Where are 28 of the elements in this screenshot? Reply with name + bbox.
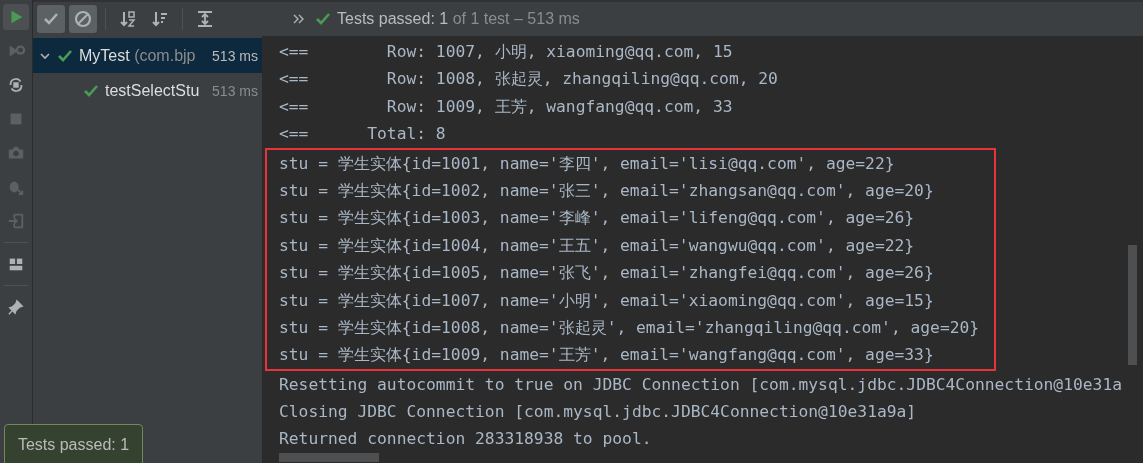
console-line: <== Row: 1007, 小明, xiaoming@qq.com, 15 bbox=[279, 41, 733, 63]
console-line: stu = 学生实体{id=1001, name='李四', email='lisi@qq.com', age=22} bbox=[279, 152, 895, 175]
status-check-icon bbox=[315, 11, 331, 27]
console-line: <== Total: 8 bbox=[279, 123, 446, 146]
test-name[interactable]: MyTest (com.bjp bbox=[79, 46, 196, 65]
console-line: Closing JDBC Connection [com.mysql.jdbc.JDBC4Connection@10e31a9a] bbox=[279, 401, 917, 424]
console-line: <== Row: 1009, 王芳, wangfang@qq.com, 33 bbox=[279, 95, 733, 118]
test-duration: 513 ms bbox=[212, 82, 259, 99]
scrollbar[interactable] bbox=[1128, 245, 1137, 365]
console-line: stu = 学生实体{id=1007, name='小明', email='xiaoming@qq.com', age=15} bbox=[279, 289, 934, 312]
console-line: stu = 学生实体{id=1009, name='王芳', email='wangfang@qq.com', age=33} bbox=[279, 344, 934, 367]
console-line: stu = 学生实体{id=1002, name='张三', email='zhangsan@qq.com', age=20} bbox=[279, 179, 934, 202]
console-line: stu = 学生实体{id=1005, name='张飞', email='zhangfei@qq.com', age=26} bbox=[279, 262, 934, 285]
console-line: <== Row: 1008, 张起灵, zhangqiling@qq.com, 20 bbox=[279, 68, 778, 91]
console-line: stu = 学生实体{id=1008, name='张起灵', email='zhangqiling@qq.com', age=20} bbox=[279, 316, 980, 339]
ignored-icon[interactable] bbox=[69, 5, 97, 33]
console-line: Resetting autocommit to true on JDBC Connection [com.mysql.jdbc.JDBC4Connection@10e31a bbox=[279, 373, 1122, 396]
run-icon[interactable] bbox=[3, 4, 29, 30]
console-line: stu = 学生实体{id=1004, name='王五', email='wangwu@qq.com', age=22} bbox=[279, 234, 915, 257]
scrollbar[interactable] bbox=[279, 453, 379, 462]
test-duration: 513 ms bbox=[212, 47, 259, 64]
console-line: stu = 学生实体{id=1003, name='李峰', email='lifeng@qq.com', age=26} bbox=[279, 207, 915, 230]
console-line: Returned connection 283318938 to pool. bbox=[279, 428, 652, 451]
test-name[interactable]: testSelectStu bbox=[105, 81, 200, 100]
toast-notification: Tests passed: 1 bbox=[4, 424, 143, 463]
more-icon[interactable] bbox=[293, 13, 305, 25]
status-text: Tests passed: 1 of 1 test – 513 ms bbox=[337, 10, 580, 28]
check-icon[interactable] bbox=[37, 5, 65, 33]
